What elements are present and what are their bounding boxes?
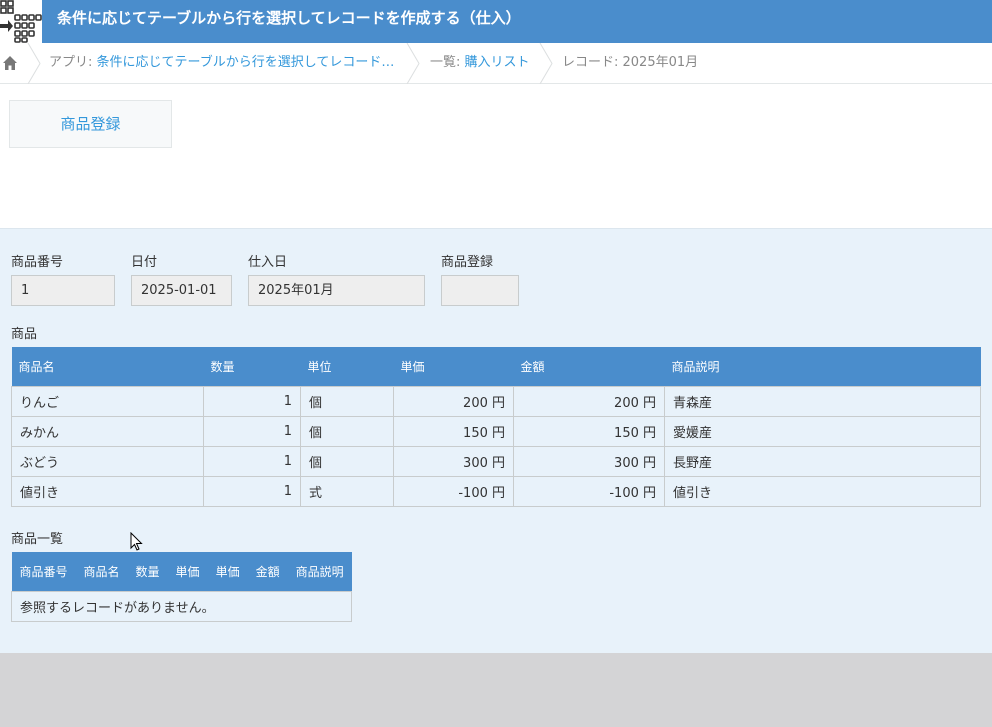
chevron-right-icon [27, 42, 41, 85]
ref-col-price-2: 単価 [207, 552, 248, 591]
chevron-right-icon [406, 42, 420, 85]
cell-amount: 200 円 [513, 385, 665, 417]
cell-description: 青森産 [664, 385, 981, 417]
cell-price: -100 円 [393, 475, 514, 507]
date-field: 2025-01-01 [131, 275, 232, 306]
cell-unit: 個 [300, 415, 394, 447]
product-list-table: 商品番号 商品名 数量 単価 単価 金額 商品説明 参照するレコードがありません… [10, 552, 353, 622]
table-row: 値引き 1 式 -100 円 -100 円 値引き [11, 475, 981, 507]
cell-unit: 個 [300, 385, 394, 417]
col-header-amount: 金額 [513, 347, 665, 386]
ref-col-product-no: 商品番号 [11, 552, 76, 591]
col-header-qty: 数量 [203, 347, 301, 386]
toolbar-area: 商品登録 [0, 84, 992, 228]
empty-message: 参照するレコードがありません。 [10, 590, 353, 622]
cell-qty: 1 [203, 415, 301, 447]
col-header-name: 商品名 [11, 347, 204, 386]
ref-col-name: 商品名 [75, 552, 128, 591]
breadcrumb-app[interactable]: アプリ: 条件に応じてテーブルから行を選択してレコード… [49, 43, 394, 84]
cell-name: みかん [11, 415, 204, 447]
table-row: ぶどう 1 個 300 円 300 円 長野産 [11, 445, 981, 477]
product-list-header: 商品番号 商品名 数量 単価 単価 金額 商品説明 [11, 552, 352, 591]
product-register-label: 商品登録 [441, 255, 494, 270]
cell-unit: 個 [300, 445, 394, 477]
empty-row: 参照するレコードがありません。 [10, 590, 353, 622]
app-title: 条件に応じてテーブルから行を選択してレコードを作成する（仕入） [57, 9, 521, 27]
products-table-label: 商品 [11, 327, 38, 342]
cell-amount: 300 円 [513, 445, 665, 477]
breadcrumb-record: レコード: 2025年01月 [562, 55, 699, 70]
breadcrumb-list-prefix: 一覧: [430, 55, 465, 70]
cell-amount: -100 円 [513, 475, 665, 507]
col-header-price: 単価 [393, 347, 514, 386]
cell-description: 値引き [664, 475, 981, 507]
app-header: 条件に応じてテーブルから行を選択してレコードを作成する（仕入） [0, 0, 992, 43]
cell-price: 150 円 [393, 415, 514, 447]
chevron-right-icon [539, 42, 553, 85]
cell-name: りんご [11, 385, 204, 417]
products-table: 商品名 数量 単位 単価 金額 商品説明 りんご 1 個 200 円 200 円… [11, 347, 981, 507]
breadcrumb: アプリ: 条件に応じてテーブルから行を選択してレコード… 一覧: 購入リスト レ… [0, 42, 992, 85]
table-row: みかん 1 個 150 円 150 円 愛媛産 [11, 415, 981, 447]
purchase-day-field: 2025年01月 [248, 275, 425, 306]
date-label: 日付 [131, 255, 158, 270]
ref-col-qty: 数量 [127, 552, 168, 591]
cell-name: 値引き [11, 475, 204, 507]
cell-qty: 1 [203, 385, 301, 417]
breadcrumb-list-link[interactable]: 購入リスト [465, 55, 530, 70]
cell-description: 長野産 [664, 445, 981, 477]
app-icon[interactable] [0, 0, 42, 43]
breadcrumb-app-link[interactable]: 条件に応じてテーブルから行を選択してレコード… [97, 55, 395, 70]
products-table-header: 商品名 数量 単位 単価 金額 商品説明 [11, 347, 981, 386]
breadcrumb-app-prefix: アプリ: [49, 55, 97, 70]
cell-name: ぶどう [11, 445, 204, 477]
mouse-cursor-icon [130, 531, 144, 552]
table-row: りんご 1 個 200 円 200 円 青森産 [11, 385, 981, 417]
cell-price: 200 円 [393, 385, 514, 417]
product-register-button[interactable]: 商品登録 [9, 100, 172, 148]
breadcrumb-list[interactable]: 一覧: 購入リスト [430, 43, 530, 84]
product-no-label: 商品番号 [11, 255, 64, 270]
cell-price: 300 円 [393, 445, 514, 477]
cell-description: 愛媛産 [664, 415, 981, 447]
cell-amount: 150 円 [513, 415, 665, 447]
ref-col-amount: 金額 [247, 552, 288, 591]
ref-col-description: 商品説明 [287, 552, 352, 591]
cell-qty: 1 [203, 475, 301, 507]
product-no-field: 1 [11, 275, 115, 306]
cell-qty: 1 [203, 445, 301, 477]
ref-col-price: 単価 [167, 552, 208, 591]
product-register-field [441, 275, 519, 306]
record-area: 商品番号 1 日付 2025-01-01 仕入日 2025年01月 商品登録 商… [0, 228, 992, 653]
col-header-description: 商品説明 [664, 347, 981, 386]
purchase-day-label: 仕入日 [248, 255, 288, 270]
home-icon[interactable] [2, 55, 18, 71]
col-header-unit: 単位 [300, 347, 394, 386]
product-list-label: 商品一覧 [11, 532, 64, 547]
cell-unit: 式 [300, 475, 394, 507]
